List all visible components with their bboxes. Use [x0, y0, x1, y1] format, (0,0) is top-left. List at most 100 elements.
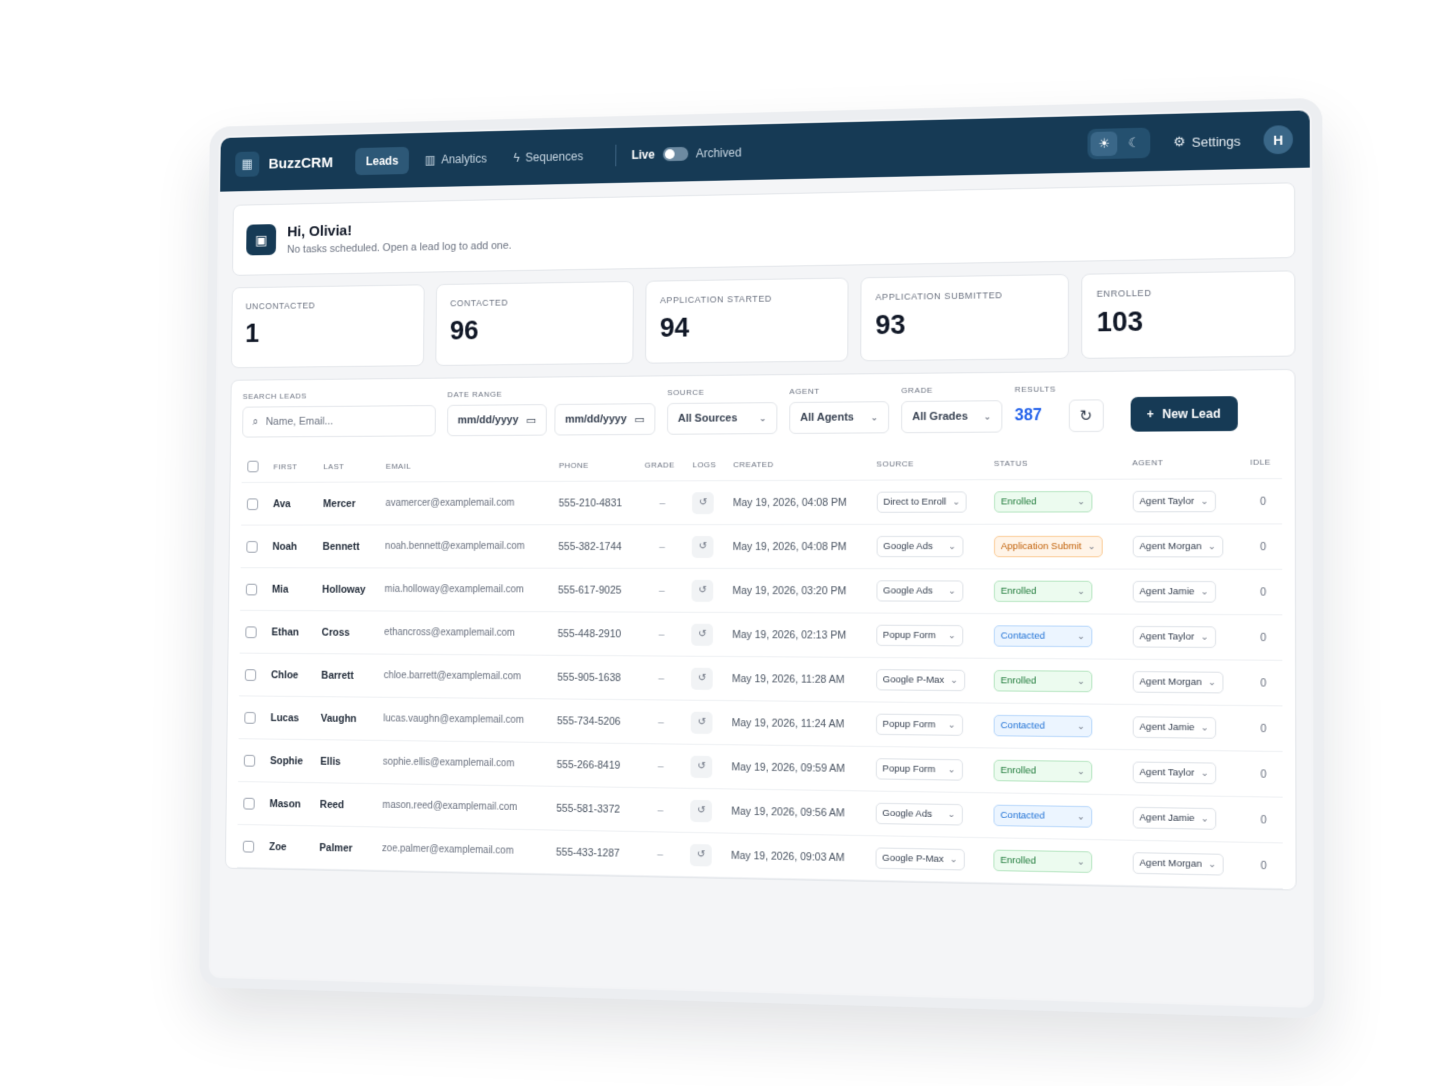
- agent-select[interactable]: Agent Taylor ⌄: [1132, 761, 1216, 785]
- date-range-group: Date Range mm/dd/yyyy ▭ mm/dd/yyyy ▭: [447, 388, 656, 437]
- col-created[interactable]: Created: [727, 447, 871, 481]
- row-checkbox[interactable]: [244, 668, 257, 681]
- history-icon[interactable]: ↺: [690, 799, 713, 822]
- nav-tab-sequences[interactable]: ϟ Sequences: [503, 142, 594, 172]
- source-select[interactable]: Direct to Enroll ⌄: [876, 491, 968, 513]
- col-last[interactable]: Last: [317, 450, 381, 483]
- date-from-input[interactable]: mm/dd/yyyy ▭: [447, 404, 547, 437]
- history-icon[interactable]: ↺: [690, 755, 713, 778]
- agent-select[interactable]: Agent Morgan ⌄: [1132, 535, 1224, 558]
- status-select[interactable]: Contacted ⌄: [993, 625, 1093, 648]
- status-select[interactable]: Contacted ⌄: [993, 804, 1092, 828]
- agent-select[interactable]: Agent Taylor ⌄: [1132, 625, 1216, 648]
- app-grid-icon[interactable]: ▦: [235, 151, 260, 177]
- col-grade[interactable]: Grade: [638, 448, 687, 482]
- agent-select[interactable]: Agent Taylor ⌄: [1132, 490, 1216, 513]
- stat-application-started[interactable]: Application Started 94: [645, 277, 849, 364]
- source-select[interactable]: Google Ads ⌄: [876, 535, 964, 558]
- col-agent[interactable]: Agent: [1126, 445, 1244, 480]
- nav-tab-leads[interactable]: Leads: [355, 146, 409, 176]
- source-value: Google Ads: [882, 807, 933, 820]
- table-row[interactable]: Noah Bennett noah.bennett@examplemail.com 5…: [240, 523, 1283, 570]
- user-avatar[interactable]: H: [1263, 125, 1293, 155]
- table-row[interactable]: Ethan Cross ethancross@examplemail.com 555-…: [239, 610, 1283, 661]
- sun-icon[interactable]: ☀: [1090, 131, 1118, 157]
- cell-email[interactable]: noah.bennett@examplemail.com: [379, 524, 553, 569]
- cell-email[interactable]: zoe.palmer@examplemail.com: [376, 826, 551, 874]
- status-select[interactable]: Enrolled ⌄: [993, 670, 1093, 693]
- cell-email[interactable]: chloe.barrett@examplemail.com: [377, 654, 552, 699]
- status-select[interactable]: Application Submit ⌄: [993, 535, 1103, 558]
- select-all-checkbox[interactable]: [247, 460, 259, 473]
- refresh-button[interactable]: ↻: [1068, 399, 1104, 433]
- row-checkbox[interactable]: [245, 583, 258, 596]
- search-input[interactable]: ⌕ Name, Email...: [242, 405, 436, 438]
- col-email[interactable]: Email: [380, 449, 554, 482]
- row-checkbox[interactable]: [246, 498, 259, 510]
- chevron-down-icon: ⌄: [1200, 495, 1209, 507]
- stat-enrolled[interactable]: Enrolled 103: [1081, 270, 1296, 359]
- moon-icon[interactable]: ☾: [1121, 131, 1148, 156]
- row-checkbox[interactable]: [246, 540, 258, 553]
- agent-select[interactable]: Agent Jamie ⌄: [1132, 806, 1217, 830]
- history-icon[interactable]: ↺: [690, 843, 712, 867]
- cell-created: May 19, 2026, 09:56 AM: [725, 788, 870, 836]
- stat-uncontacted[interactable]: Uncontacted 1: [230, 284, 425, 369]
- source-select[interactable]: All Sources ⌄: [667, 402, 778, 435]
- settings-button[interactable]: ⚙ Settings: [1173, 132, 1240, 150]
- stat-contacted[interactable]: Contacted 96: [435, 280, 634, 366]
- history-icon[interactable]: ↺: [691, 579, 714, 602]
- cell-email[interactable]: mia.holloway@examplemail.com: [378, 567, 553, 612]
- history-icon[interactable]: ↺: [691, 535, 714, 558]
- chevron-down-icon: ⌄: [1076, 856, 1085, 867]
- row-checkbox[interactable]: [243, 754, 256, 767]
- status-select[interactable]: Enrolled ⌄: [993, 849, 1092, 873]
- source-select[interactable]: Popup Form ⌄: [875, 713, 963, 736]
- table-row[interactable]: Ava Mercer avamercer@examplemail.com 555-21…: [241, 478, 1283, 526]
- status-select[interactable]: Enrolled ⌄: [993, 580, 1093, 603]
- status-select[interactable]: Enrolled ⌄: [993, 759, 1092, 783]
- row-checkbox[interactable]: [245, 626, 257, 638]
- agent-select[interactable]: Agent Morgan ⌄: [1132, 852, 1224, 876]
- agent-select[interactable]: Agent Morgan ⌄: [1132, 671, 1224, 694]
- cell-email[interactable]: sophie.ellis@examplemail.com: [377, 740, 551, 787]
- date-to-input[interactable]: mm/dd/yyyy ▭: [554, 403, 656, 436]
- status-select[interactable]: Enrolled ⌄: [993, 491, 1093, 513]
- row-checkbox[interactable]: [244, 711, 256, 724]
- source-select[interactable]: Google Ads ⌄: [875, 802, 963, 826]
- col-status[interactable]: Status: [987, 446, 1127, 480]
- nav-tab-analytics[interactable]: ▥ Analytics: [414, 145, 497, 174]
- agent-select[interactable]: All Agents ⌄: [789, 401, 890, 434]
- status-value: Enrolled: [1000, 585, 1037, 597]
- col-source[interactable]: Source: [870, 446, 988, 481]
- grade-select[interactable]: All Grades ⌄: [901, 400, 1003, 434]
- row-checkbox[interactable]: [243, 797, 255, 810]
- history-icon[interactable]: ↺: [691, 623, 714, 646]
- cell-email[interactable]: mason.reed@examplemail.com: [376, 783, 551, 830]
- live-archived-toggle[interactable]: [662, 146, 688, 162]
- source-select[interactable]: Google Ads ⌄: [876, 580, 964, 602]
- source-select[interactable]: Popup Form ⌄: [875, 758, 963, 781]
- history-icon[interactable]: ↺: [692, 491, 714, 514]
- col-phone[interactable]: Phone: [553, 448, 639, 482]
- table-row[interactable]: Mia Holloway mia.holloway@examplemail.com 5…: [240, 567, 1283, 615]
- agent-select[interactable]: Agent Jamie ⌄: [1132, 580, 1216, 603]
- history-icon[interactable]: ↺: [690, 711, 713, 734]
- status-select[interactable]: Contacted ⌄: [993, 714, 1093, 738]
- source-select[interactable]: Google P-Max ⌄: [875, 847, 965, 871]
- new-lead-button[interactable]: + New Lead: [1130, 396, 1238, 432]
- col-first[interactable]: First: [267, 450, 319, 483]
- cell-email[interactable]: lucas.vaughn@examplemail.com: [377, 697, 552, 743]
- cell-email[interactable]: ethancross@examplemail.com: [378, 610, 553, 656]
- source-select[interactable]: Google P-Max ⌄: [875, 669, 966, 692]
- source-select[interactable]: Popup Form ⌄: [875, 624, 963, 647]
- row-checkbox[interactable]: [242, 840, 255, 853]
- cell-email[interactable]: avamercer@examplemail.com: [379, 481, 554, 525]
- chevron-down-icon: ⌄: [1207, 676, 1216, 688]
- history-icon[interactable]: ↺: [691, 667, 713, 690]
- agent-select[interactable]: Agent Jamie ⌄: [1132, 716, 1217, 739]
- plus-icon: +: [1146, 407, 1154, 422]
- stat-application-submitted[interactable]: Application Submitted 93: [860, 273, 1069, 362]
- col-logs[interactable]: Logs: [686, 448, 728, 481]
- col-idle[interactable]: Idle: [1243, 445, 1283, 479]
